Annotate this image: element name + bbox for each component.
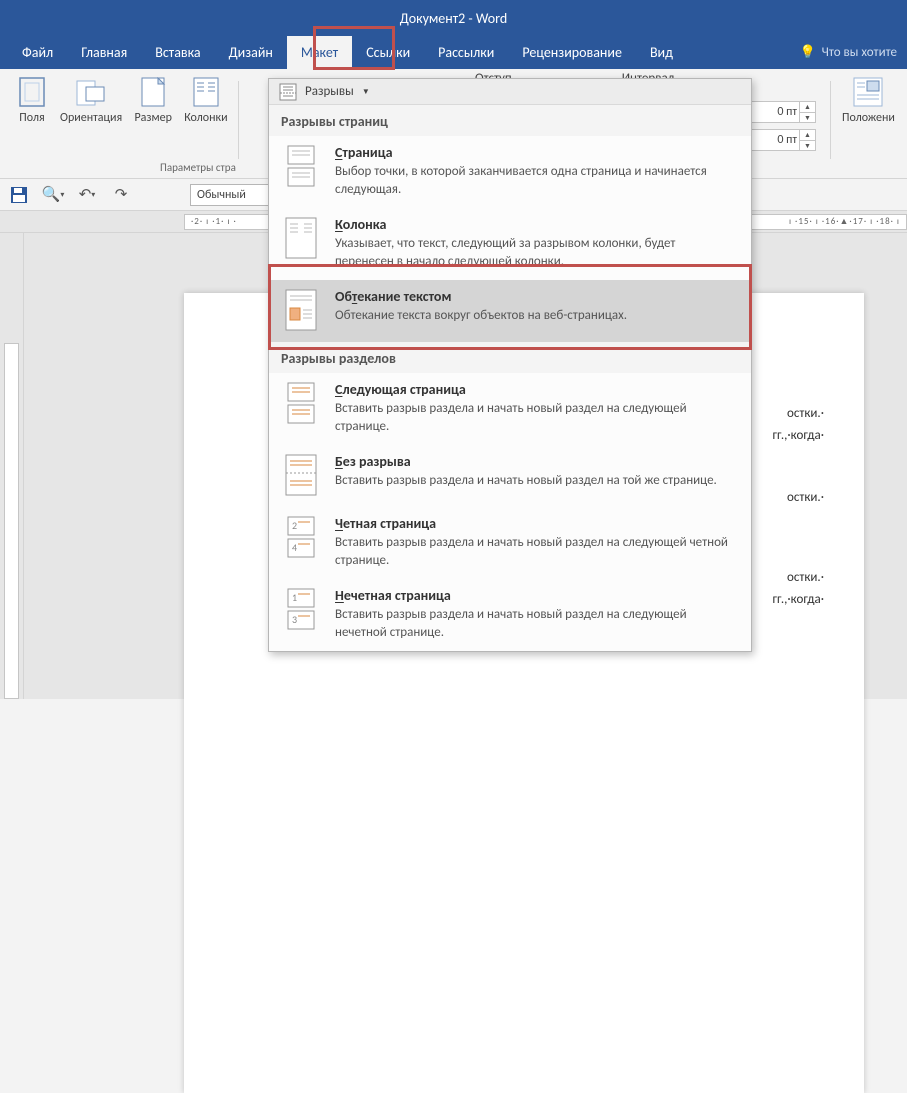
position-button[interactable]: Положени <box>838 77 899 125</box>
menu-bar: Файл Главная Вставка Дизайн Макет Ссылки… <box>0 36 907 69</box>
breaks-icon <box>279 83 297 101</box>
break-odd-item[interactable]: 13 Нечетная страница Вставить разрыв раз… <box>269 579 751 651</box>
columns-button[interactable]: Колонки <box>180 77 231 125</box>
textwrap-break-icon <box>283 288 319 332</box>
svg-text:4: 4 <box>292 541 297 554</box>
nextpage-break-icon <box>283 381 319 425</box>
size-button[interactable]: Размер <box>126 77 180 125</box>
orientation-button[interactable]: Ориентация <box>56 77 126 125</box>
style-selector[interactable]: Обычный <box>190 184 270 206</box>
group-page-setup-label: Параметры стра <box>160 161 236 174</box>
tell-me-search[interactable]: 💡 Что вы хотите <box>789 36 907 69</box>
tab-home[interactable]: Главная <box>67 36 141 69</box>
section-page-breaks: Разрывы страниц <box>269 105 751 136</box>
page-break-icon <box>283 144 319 188</box>
break-continuous-item[interactable]: Без разрыва Вставить разрыв раздела и на… <box>269 445 751 507</box>
redo-icon[interactable]: ↷ <box>110 184 132 206</box>
margins-button[interactable]: Поля <box>8 77 56 125</box>
position-icon <box>853 77 883 107</box>
svg-text:3: 3 <box>292 613 297 626</box>
break-column-item[interactable]: Колонка Указывает, что текст, следующий … <box>269 208 751 280</box>
svg-text:1: 1 <box>292 591 297 604</box>
chevron-down-icon: ▼ <box>362 87 370 97</box>
evenpage-break-icon: 24 <box>283 515 319 559</box>
undo-icon[interactable]: ↶▾ <box>76 184 98 206</box>
spinner-arrows[interactable]: ▲▼ <box>799 130 815 150</box>
break-nextpage-item[interactable]: Следующая страница Вставить разрыв разде… <box>269 373 751 445</box>
lightbulb-icon: 💡 <box>799 45 815 60</box>
tab-insert[interactable]: Вставка <box>141 36 214 69</box>
breaks-dropdown: Разрывы ▼ Разрывы страниц Страница Выбор… <box>268 78 752 652</box>
title-bar: Документ2 - Word <box>0 0 907 36</box>
vertical-ruler[interactable] <box>0 233 24 699</box>
tab-review[interactable]: Рецензирование <box>508 36 636 69</box>
ribbon-separator-2 <box>830 81 831 159</box>
tab-references[interactable]: Ссылки <box>352 36 424 69</box>
column-break-icon <box>283 216 319 260</box>
breaks-button[interactable]: Разрывы ▼ <box>269 79 751 105</box>
orientation-icon <box>76 77 106 107</box>
margins-icon <box>17 77 47 107</box>
break-page-item[interactable]: Страница Выбор точки, в которой заканчив… <box>269 136 751 208</box>
search-icon[interactable]: 🔍▾ <box>42 184 64 206</box>
break-textwrap-item[interactable]: Обтекание текстом Обтекание текста вокру… <box>269 280 751 342</box>
break-even-item[interactable]: 24 Четная страница Вставить разрыв разде… <box>269 507 751 579</box>
columns-icon <box>191 77 221 107</box>
tab-design[interactable]: Дизайн <box>215 36 287 69</box>
continuous-break-icon <box>283 453 319 497</box>
ribbon-separator <box>238 81 239 159</box>
tab-mailings[interactable]: Рассылки <box>424 36 508 69</box>
svg-text:2: 2 <box>292 519 297 532</box>
spinner-arrows[interactable]: ▲▼ <box>799 102 815 122</box>
size-icon <box>138 77 168 107</box>
app-title: Документ2 - Word <box>400 10 507 27</box>
section-section-breaks: Разрывы разделов <box>269 342 751 373</box>
oddpage-break-icon: 13 <box>283 587 319 631</box>
tab-layout[interactable]: Макет <box>287 36 352 69</box>
tab-file[interactable]: Файл <box>8 36 67 69</box>
save-icon[interactable] <box>8 184 30 206</box>
tab-view[interactable]: Вид <box>636 36 687 69</box>
vruler-strip <box>4 343 19 699</box>
